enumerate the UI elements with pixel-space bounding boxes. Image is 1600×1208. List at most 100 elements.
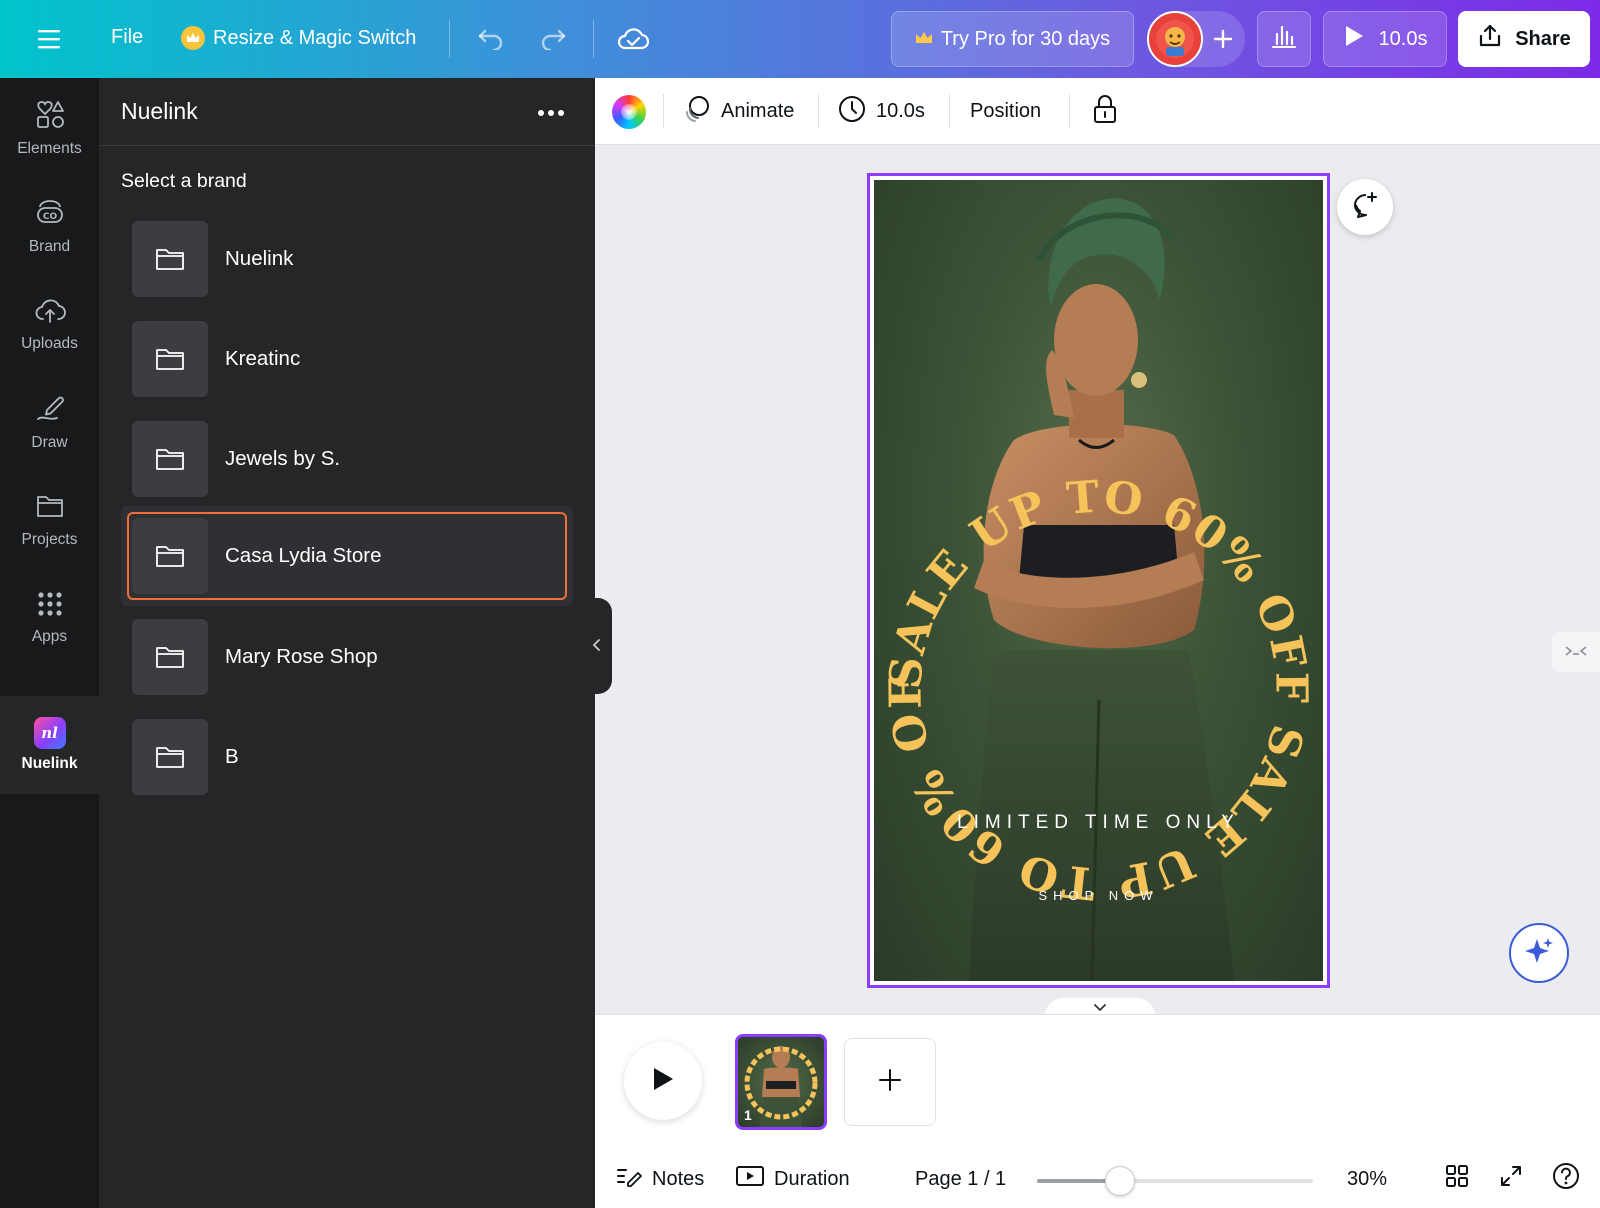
brand-label: Kreatinc [225,347,301,370]
video-icon [736,1165,764,1193]
rail-item-draw[interactable]: Draw [0,376,99,468]
color-picker-button[interactable] [612,78,646,145]
brand-label: Nuelink [225,247,294,270]
share-label: Share [1515,27,1571,50]
rail-item-apps[interactable]: Apps [0,572,99,664]
add-collaborator-icon[interactable] [1203,19,1243,59]
limited-time-text: LIMITED TIME ONLY [957,812,1240,833]
rail-item-uploads[interactable]: Uploads [0,278,99,370]
nuelink-logo: nl [33,717,66,749]
brand-item[interactable]: B [121,712,573,802]
file-menu[interactable]: File [111,26,143,49]
add-page-button[interactable] [844,1038,936,1126]
folder-icon [132,321,208,397]
design-artwork[interactable]: SALE UP TO 60% OFF SALE UP TO 60% OFF LI… [874,180,1323,981]
notes-button[interactable]: Notes [616,1150,704,1208]
position-button[interactable]: Position [970,78,1041,145]
more-options-icon[interactable] [537,100,565,120]
menu-icon[interactable] [36,24,64,54]
folder-icon [132,221,208,297]
grid-icon [37,591,63,622]
divider [818,94,819,128]
play-button[interactable] [624,1042,702,1120]
insights-button[interactable] [1257,11,1311,67]
cloud-saved-icon[interactable] [616,22,650,56]
play-icon [651,1066,675,1097]
assistant-tab[interactable] [1552,632,1600,672]
brand-label: Casa Lydia Store [225,544,382,567]
avatar[interactable] [1147,11,1203,67]
grid-view-button[interactable] [1445,1150,1469,1208]
divider [593,20,594,58]
preview-duration: 10.0s [1378,27,1428,50]
expand-icon [1499,1164,1523,1194]
divider [949,94,950,128]
clock-icon [838,95,866,129]
brand-item[interactable]: Mary Rose Shop [121,612,573,702]
grid-view-icon [1445,1164,1469,1194]
zoom-percent[interactable]: 30% [1347,1150,1387,1208]
divider [663,94,664,128]
try-pro-label: Try Pro for 30 days [940,27,1111,50]
crown-icon [181,26,205,50]
animate-icon [681,94,711,130]
rail-label: Uploads [21,334,78,352]
rail-label: Projects [21,530,78,548]
try-pro-button[interactable]: Try Pro for 30 days [891,11,1134,67]
rail-label: Apps [31,627,68,645]
zoom-slider-handle[interactable] [1104,1166,1135,1196]
rail-item-nuelink[interactable]: nl Nuelink [0,696,99,794]
brand-label: Jewels by S. [225,447,341,470]
crown-icon [915,28,933,51]
animate-button[interactable]: Animate [681,78,794,145]
undo-icon[interactable] [474,22,508,56]
collapse-panel-button[interactable] [580,598,612,694]
brand-item[interactable]: Nuelink [121,214,573,304]
page-indicator[interactable]: Page 1 / 1 [915,1150,1006,1208]
collapse-arrows-icon [1564,643,1588,662]
panel-header: Nuelink [99,78,595,146]
panel-subtitle: Select a brand [121,170,247,192]
left-rail: Elements CO Brand Uploads Draw Projects … [0,78,99,1208]
zoom-slider[interactable] [1037,1179,1313,1183]
help-button[interactable] [1552,1150,1580,1208]
share-button[interactable]: Share [1458,11,1590,67]
arc-sale-text: SALE UP TO 60% OFF SALE UP TO 60% OFF [874,180,1315,909]
divider [1069,94,1070,128]
magic-assistant-button[interactable] [1509,923,1569,983]
brand-panel: Nuelink Select a brand Nuelink Kreatinc … [99,78,595,1208]
duration-label: 10.0s [876,100,925,122]
color-wheel-icon [612,94,646,129]
brand-item[interactable]: Kreatinc [121,314,573,404]
rail-item-brand[interactable]: CO Brand [0,180,99,272]
resize-label: Resize & Magic Switch [213,26,417,49]
rail-item-projects[interactable]: Projects [0,474,99,566]
lock-button[interactable] [1093,78,1117,145]
fullscreen-button[interactable] [1499,1150,1523,1208]
rail-label: Nuelink [21,755,78,772]
duration-button[interactable]: 10.0s [838,78,925,145]
duration-footer-button[interactable]: Duration [736,1150,850,1208]
notes-icon [616,1165,642,1193]
share-icon [1477,23,1503,55]
page-thumbnail[interactable]: 1 [735,1034,827,1130]
svg-text:SALE UP TO 60% OFF SALE UP TO: SALE UP TO 60% OFF SALE UP TO 60% OFF [874,180,1317,909]
folder-icon [35,492,65,525]
brand-item[interactable]: Jewels by S. [121,414,573,504]
play-preview-button[interactable]: 10.0s [1323,11,1447,67]
rail-item-elements[interactable]: Elements [0,82,99,174]
folder-icon [132,421,208,497]
page-number: 1 [744,1107,752,1123]
add-comment-button[interactable] [1337,179,1393,235]
divider [449,20,450,58]
comment-plus-icon [1350,190,1380,225]
svg-text:CO: CO [42,212,57,222]
folder-icon [132,719,208,795]
rail-label: Draw [31,433,68,451]
redo-icon[interactable] [536,22,570,56]
top-toolbar: File Resize & Magic Switch Try Pro for 3… [0,0,1600,78]
brand-item-selected[interactable]: Casa Lydia Store [121,506,573,606]
design-page[interactable]: SALE UP TO 60% OFF SALE UP TO 60% OFF LI… [867,173,1330,988]
resize-magic-switch-button[interactable]: Resize & Magic Switch [181,26,416,50]
panel-title: Nuelink [121,98,198,124]
